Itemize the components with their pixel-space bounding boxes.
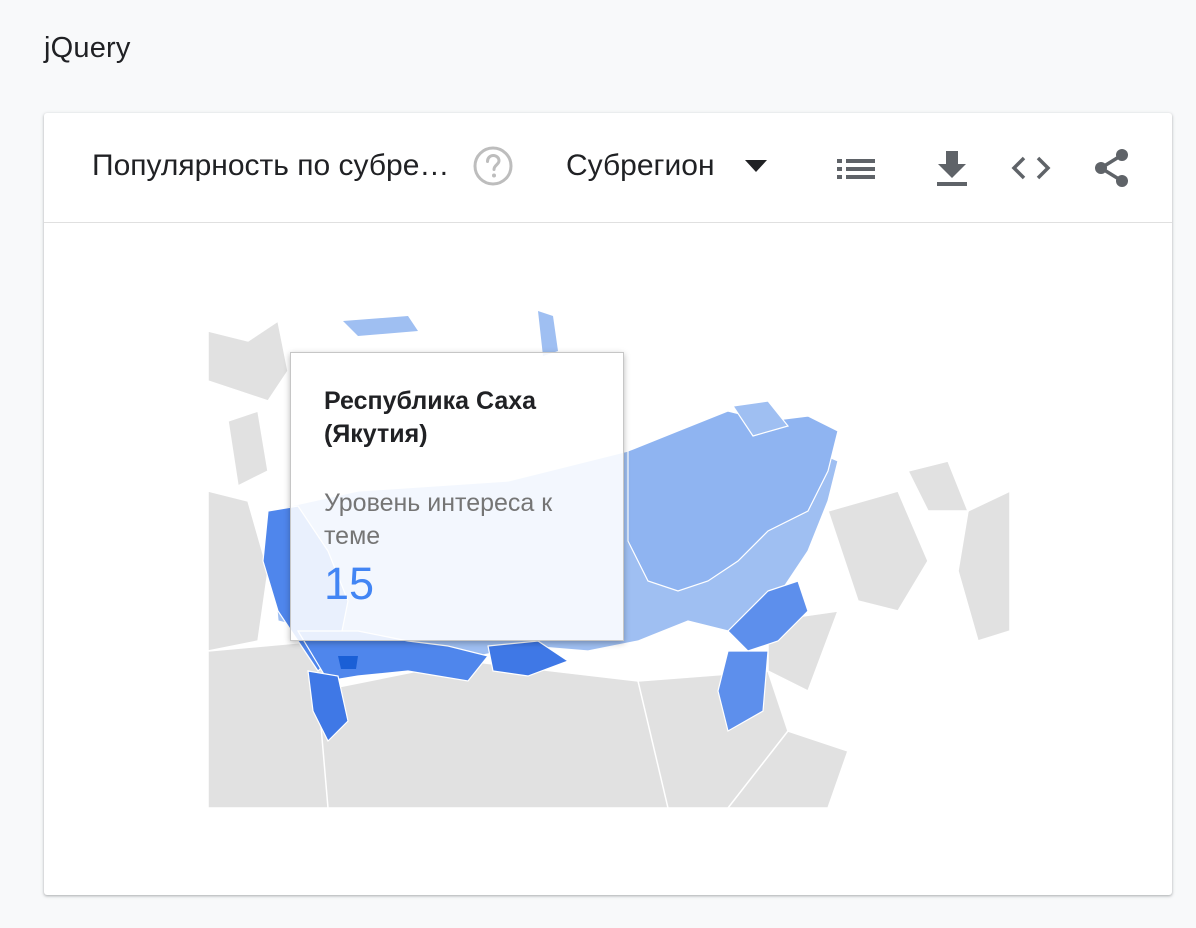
widget-title: Популярность по субрегионам bbox=[92, 149, 452, 182]
tooltip-region-name: Республика Саха (Якутия) bbox=[324, 387, 537, 448]
triangle-down-icon bbox=[744, 160, 767, 172]
download-icon[interactable] bbox=[930, 147, 974, 191]
help-circle-icon[interactable] bbox=[472, 145, 514, 187]
page-title: jQuery bbox=[44, 32, 131, 64]
share-icon[interactable] bbox=[1090, 147, 1134, 191]
resolution-dropdown[interactable]: Субрегион bbox=[566, 141, 767, 191]
card-header: Популярность по субрегионам Субрегион bbox=[44, 113, 1172, 223]
tooltip-value: 15 bbox=[324, 558, 375, 609]
list-view-icon[interactable] bbox=[834, 147, 878, 191]
region-tooltip: Республика Саха (Якутия) Уровень интерес… bbox=[290, 352, 624, 641]
tooltip-metric-label: Уровень интереса к теме bbox=[324, 489, 553, 550]
code-embed-icon[interactable] bbox=[1009, 147, 1053, 191]
resolution-dropdown-label: Субрегион bbox=[566, 149, 715, 182]
interest-by-region-card: Популярность по субрегионам Субрегион bbox=[44, 113, 1172, 895]
